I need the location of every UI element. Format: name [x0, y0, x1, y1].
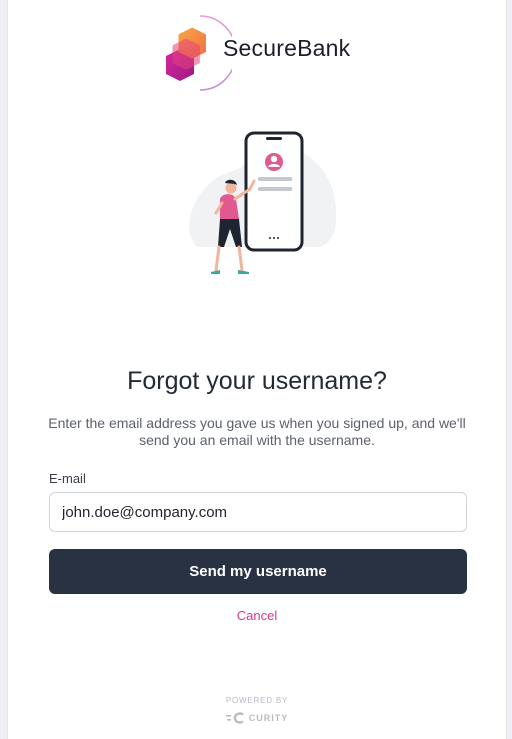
- page-title: Forgot your username?: [127, 367, 387, 395]
- cancel-link[interactable]: Cancel: [8, 608, 506, 623]
- person-with-phone-illustration: [189, 131, 337, 274]
- login-card: SecureBank Forgot your username? Enter t…: [7, 0, 507, 739]
- email-field[interactable]: [49, 492, 467, 532]
- powered-by-label: POWERED BY: [225, 696, 289, 705]
- curity-logo-icon: [225, 712, 244, 724]
- curity-brand: CURITY: [8, 711, 506, 727]
- curity-name: CURITY: [248, 713, 289, 723]
- email-label: E-mail: [49, 471, 86, 486]
- page-description: Enter the email address you gave us when…: [48, 415, 466, 448]
- brand-name: SecureBank: [223, 35, 351, 61]
- brand-logo: SecureBank: [8, 13, 506, 93]
- securebank-logo-icon: [166, 15, 232, 91]
- send-username-button[interactable]: Send my username: [49, 549, 467, 594]
